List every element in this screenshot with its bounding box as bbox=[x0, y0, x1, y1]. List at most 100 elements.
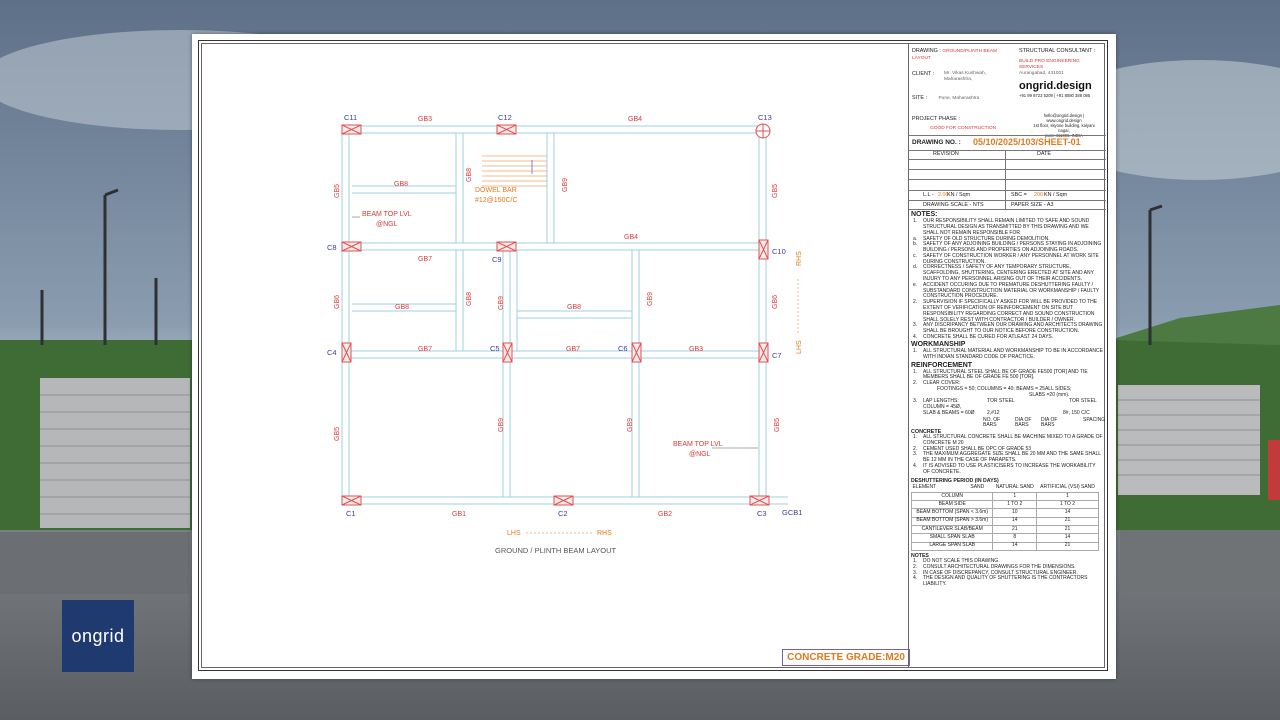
site-value: Pune, Maharashtra bbox=[938, 96, 980, 101]
phase-label: PROJECT PHASE : bbox=[912, 116, 960, 122]
drawing-no-label: DRAWING NO. : bbox=[912, 139, 961, 146]
ll-unit: KN / Sqm bbox=[947, 192, 971, 198]
reinforcement-item-2: 2. CLEAR COVER: bbox=[913, 380, 961, 387]
label-gb4-top: GB4 bbox=[628, 116, 642, 123]
label-c3: C3 bbox=[757, 509, 767, 518]
client-label: CLIENT : bbox=[912, 71, 935, 77]
label-gb8-vertical: GB8 bbox=[466, 168, 473, 182]
deshuttering-table: ELEMENT SAND NATURAL SAND ARTIFICIAL (VS… bbox=[910, 484, 1099, 551]
concrete-item-4: 4. IT IS ADVISED TO USE PLASTICISERS TO I… bbox=[913, 462, 1096, 475]
site-label: SITE : bbox=[912, 95, 927, 101]
contact-address: 1st floor, skyone building, kalyani naga… bbox=[1033, 123, 1095, 134]
sbc-label: SBC = bbox=[1011, 192, 1027, 198]
lap-lengths: 3. LAP LENGTHS: TOR STEEL TOR STEEL COLU… bbox=[913, 397, 1106, 428]
revision-header: REVISION bbox=[933, 151, 959, 157]
drawing-sheet: C11 C12 C13 C8 C9 C10 C4 C5 C6 C7 C1 C2 … bbox=[192, 34, 1116, 679]
label-gb7-bl: GB7 bbox=[418, 346, 432, 353]
label-gb8-b: GB8 bbox=[395, 304, 409, 311]
column-c1 bbox=[341, 495, 362, 506]
label-c11: C11 bbox=[344, 113, 357, 122]
label-c8: C8 bbox=[327, 243, 337, 252]
dowel-bar-spec: #12@150C/C bbox=[475, 197, 518, 204]
logo-text: ongrid bbox=[71, 625, 125, 646]
consultant-label: STRUCTURAL CONSULTANT : bbox=[1019, 48, 1096, 54]
label-gb6-right: GB6 bbox=[772, 295, 779, 309]
beam-top-level-1: BEAM TOP LVL bbox=[362, 211, 412, 218]
paper-size: PAPER SIZE - A3 bbox=[1011, 202, 1054, 208]
dowel-bar-label: DOWEL BAR bbox=[475, 187, 517, 194]
label-c6: C6 bbox=[618, 344, 628, 353]
label-gb7-left: GB7 bbox=[418, 256, 432, 263]
drawing-number: 05/10/2025/103/SHEET-01 bbox=[973, 137, 1081, 147]
beam-labels: GB3 GB4 GB8 GB4 GB7 GB8 GB8 GB7 GB7 GB3 … bbox=[334, 116, 781, 518]
lhs-marker-bottom: LHS bbox=[507, 530, 521, 537]
column-c5 bbox=[502, 342, 513, 363]
plan-annotations: DOWEL BAR #12@150C/C BEAM TOP LVL @NGL B… bbox=[352, 187, 803, 555]
column-c4 bbox=[341, 342, 352, 363]
client-state: Maharashtra, bbox=[944, 76, 973, 82]
drawing-scale: DRAWING SCALE - NTS bbox=[923, 202, 984, 208]
label-gb8-c: GB8 bbox=[567, 304, 581, 311]
label-c7: C7 bbox=[772, 351, 782, 360]
label-gb6-left: GB6 bbox=[334, 295, 341, 309]
column-c6 bbox=[631, 342, 642, 363]
beam-layout-plan: C11 C12 C13 C8 C9 C10 C4 C5 C6 C7 C1 C2 … bbox=[327, 113, 803, 555]
label-c1: C1 bbox=[346, 509, 356, 518]
dowel-bar-stair bbox=[482, 155, 547, 187]
beam-top-level-2-ngl: @NGL bbox=[689, 451, 711, 458]
sbc-unit: KN / Sqm bbox=[1044, 192, 1068, 198]
ll-label: L.L - bbox=[923, 192, 934, 198]
label-gb1: GB1 bbox=[452, 511, 466, 518]
workmanship-item: 1. ALL STRUCTURAL MATERIAL AND WORKMANSHI… bbox=[913, 347, 1103, 360]
column-c13 bbox=[755, 123, 771, 139]
label-gb5-left-top: GB5 bbox=[334, 184, 341, 198]
label-gb2: GB2 bbox=[658, 511, 672, 518]
label-gb5-left-bot: GB5 bbox=[334, 427, 341, 441]
ongrid-design-brand: ongrid.design bbox=[1019, 79, 1092, 92]
label-gb9-top: GB9 bbox=[562, 178, 569, 192]
drawing-label: DRAWING : bbox=[912, 48, 941, 54]
date-header: DATE bbox=[1037, 151, 1051, 157]
label-c4: C4 bbox=[327, 348, 337, 357]
label-gb5-right-bot: GB5 bbox=[774, 418, 781, 432]
label-gb9-bot-a: GB9 bbox=[498, 418, 505, 432]
label-gb7-bm: GB7 bbox=[566, 346, 580, 353]
column-c11 bbox=[341, 124, 362, 135]
label-c10: C10 bbox=[772, 247, 786, 256]
label-gb5-right-top: GB5 bbox=[772, 184, 779, 198]
label-c9: C9 bbox=[492, 255, 502, 264]
lhs-marker-right: LHS bbox=[796, 340, 803, 354]
label-gb9-mid: GB9 bbox=[498, 296, 505, 310]
label-c12: C12 bbox=[498, 113, 512, 122]
column-c3 bbox=[749, 495, 770, 506]
plan-title: GROUND / PLINTH BEAM LAYOUT bbox=[495, 546, 617, 555]
column-labels: C11 C12 C13 C8 C9 C10 C4 C5 C6 C7 C1 C2 … bbox=[327, 113, 802, 518]
label-gb8-vertical-2: GB8 bbox=[466, 292, 473, 306]
column-c12 bbox=[496, 124, 517, 135]
label-gb3: GB3 bbox=[418, 116, 432, 123]
rhs-marker-right: RHS bbox=[796, 251, 803, 266]
label-gcb1: GCB1 bbox=[782, 508, 802, 517]
notes2-item-4: 4. THE DESIGN AND QUALITY OF SHUTTERING I… bbox=[913, 575, 1088, 588]
label-c13: C13 bbox=[758, 113, 772, 122]
notes-list: 1. OUR RESPONSIBILITY SHALL REMAIN LIMITE… bbox=[913, 218, 1103, 341]
contact-phone: +91 99 8723 5209 | +91 8080 388 085 bbox=[1019, 92, 1091, 98]
column-c8 bbox=[341, 241, 362, 252]
column-c10 bbox=[758, 239, 769, 260]
label-gb4-mid: GB4 bbox=[624, 234, 638, 241]
label-gb8-a: GB8 bbox=[394, 181, 408, 188]
consultant-city: Aurangabad, 431001 bbox=[1019, 70, 1064, 76]
concrete-grade-box: CONCRETE GRADE:M20 bbox=[782, 649, 910, 666]
ongrid-logo: ongrid bbox=[62, 600, 134, 672]
label-c5: C5 bbox=[490, 344, 500, 353]
phase-value: GOOD FOR CONSTRUCTION bbox=[930, 126, 997, 132]
label-gb3-br: GB3 bbox=[689, 346, 703, 353]
column-c9 bbox=[496, 241, 517, 252]
sbc-value: 200 bbox=[1034, 192, 1043, 198]
label-gb9-right: GB9 bbox=[647, 292, 654, 306]
column-c2 bbox=[553, 495, 574, 506]
title-block: DRAWING : GROUND/PLINTH BEAM LAYOUT CLIE… bbox=[908, 43, 1106, 668]
label-gb9-bot-b: GB9 bbox=[627, 418, 634, 432]
label-c2: C2 bbox=[558, 509, 568, 518]
rhs-marker-bottom: RHS bbox=[597, 530, 612, 537]
